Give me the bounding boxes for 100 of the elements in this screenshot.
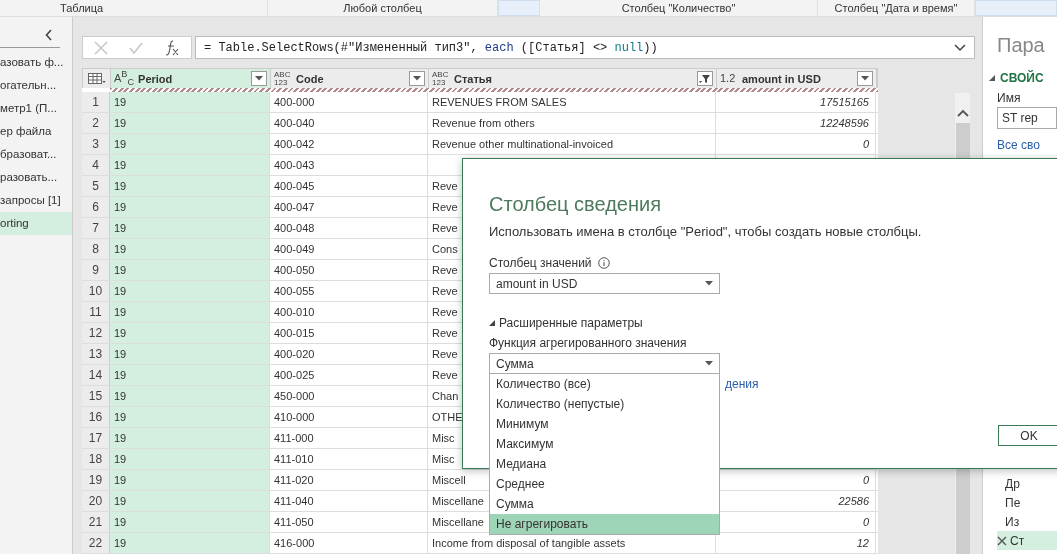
section-heading: СВОЙС: [1000, 71, 1044, 85]
column-filter-button[interactable]: [251, 71, 267, 86]
caret-down-icon: [705, 361, 713, 366]
table-cell: 400-042: [270, 134, 428, 154]
query-item[interactable]: ер файла: [0, 120, 72, 143]
caret-down-icon: [705, 281, 713, 286]
delete-icon[interactable]: [997, 535, 1007, 546]
table-cell: 19: [110, 155, 270, 175]
table-cell: 19: [110, 113, 270, 133]
table-cell: 19: [110, 239, 270, 259]
caret-down-icon: [255, 76, 263, 81]
column-filter-button[interactable]: [409, 71, 425, 86]
table-cell: 19: [110, 323, 270, 343]
table-cell: 400-055: [270, 281, 428, 301]
query-item[interactable]: запросы [1]: [0, 189, 72, 212]
chevron-down-icon[interactable]: [954, 43, 966, 52]
dropdown-option[interactable]: Сумма: [490, 494, 719, 514]
row-number: 3: [82, 134, 110, 154]
table-cell: 19: [110, 491, 270, 511]
column-name: Period: [138, 72, 174, 85]
formula-text: = Table.SelectRows(#"Измененный тип3", each ([Статья] <> null)): [204, 40, 658, 55]
collapse-triangle-icon[interactable]: [989, 75, 995, 81]
table-cell: 411-000: [270, 428, 428, 448]
ribbon-group-label: Столбец "Количество": [621, 2, 736, 14]
query-item[interactable]: азовать ф...: [0, 51, 72, 74]
table-cell: 400-040: [270, 113, 428, 133]
help-link[interactable]: дения: [725, 377, 759, 391]
table-cell: 12248596: [716, 113, 876, 133]
applied-step[interactable]: Др: [997, 474, 1057, 493]
table-cell: 19: [110, 281, 270, 301]
table-cell: REVENUES FROM SALES: [428, 92, 716, 112]
row-number: 1: [82, 92, 110, 112]
row-number: 2: [82, 113, 110, 133]
function-icon[interactable]: [164, 39, 181, 56]
row-number: 19: [82, 470, 110, 490]
table-cell: Revenue from others: [428, 113, 716, 133]
values-dropdown[interactable]: amount in USD: [489, 273, 720, 294]
table-cell: 400-010: [270, 302, 428, 322]
table-cell: 19: [110, 92, 270, 112]
ribbon-group-label: Столбец "Дата и время": [834, 2, 958, 14]
table-cell: 19: [110, 533, 270, 553]
table-cell: 400-020: [270, 344, 428, 364]
row-number: 15: [82, 386, 110, 406]
query-item[interactable]: огательн...: [0, 74, 72, 97]
caret-down-icon: [413, 76, 421, 81]
name-field[interactable]: ST rep: [997, 107, 1057, 129]
table-cell: 19: [110, 470, 270, 490]
table-cell: 0: [716, 134, 876, 154]
ribbon-group-label: Таблица: [60, 2, 104, 14]
row-number: 4: [82, 155, 110, 175]
column-filter-button[interactable]: [857, 71, 873, 86]
row-number: 21: [82, 512, 110, 532]
query-item[interactable]: разовать...: [0, 166, 72, 189]
applied-step[interactable]: Из: [997, 512, 1057, 531]
field-label: Имя: [997, 91, 1022, 105]
formula-field[interactable]: = Table.SelectRows(#"Измененный тип3", each ([Статья] <> null)): [195, 36, 975, 59]
all-properties-link[interactable]: Все сво: [997, 138, 1057, 152]
column-name: Статья: [454, 72, 494, 85]
ribbon-group-label: Любой столбец: [343, 2, 422, 14]
row-number: 10: [82, 281, 110, 301]
row-number: 12: [82, 323, 110, 343]
query-item[interactable]: бразоват...: [0, 143, 72, 166]
table-cell: 19: [110, 197, 270, 217]
table-cell: 19: [110, 512, 270, 532]
table-cell: 400-049: [270, 239, 428, 259]
applied-step[interactable]: Пе: [997, 493, 1057, 512]
table-cell: 19: [110, 344, 270, 364]
table-cell: 400-000: [270, 92, 428, 112]
row-number: 5: [82, 176, 110, 196]
ok-button[interactable]: OK: [998, 425, 1057, 446]
scroll-up-icon[interactable]: [956, 109, 969, 117]
column-filter-button[interactable]: [697, 71, 713, 86]
caret-down-icon: [861, 76, 869, 81]
filter-icon: [699, 73, 711, 84]
row-number: 9: [82, 260, 110, 280]
table-cell: 19: [110, 134, 270, 154]
row-number: 18: [82, 449, 110, 469]
applied-step[interactable]: Ст: [997, 531, 1057, 550]
dropdown-option[interactable]: Не агрегировать: [490, 514, 719, 534]
checkmark-icon[interactable]: [129, 40, 143, 55]
table-cell: 411-010: [270, 449, 428, 469]
column-header[interactable]: A$^{B}$$_{C}$ Period: [111, 69, 271, 88]
row-number: 8: [82, 239, 110, 259]
row-number: 6: [82, 197, 110, 217]
table-cell: 400-025: [270, 365, 428, 385]
info-icon[interactable]: [597, 257, 610, 269]
row-number: 13: [82, 344, 110, 364]
table-cell: 450-000: [270, 386, 428, 406]
query-item[interactable]: orting: [0, 212, 72, 235]
table-cell: 400-047: [270, 197, 428, 217]
row-number: 22: [82, 533, 110, 553]
query-item[interactable]: метр1 (П...: [0, 97, 72, 120]
table-cell: 17515165: [716, 92, 876, 112]
table-cell: 19: [110, 365, 270, 385]
table-cell: 416-000: [270, 533, 428, 553]
chevron-left-icon[interactable]: [45, 29, 53, 41]
table-cell: 19: [110, 449, 270, 469]
table-cell: 411-050: [270, 512, 428, 532]
table-cell: 19: [110, 260, 270, 280]
table-cell: 19: [110, 407, 270, 427]
